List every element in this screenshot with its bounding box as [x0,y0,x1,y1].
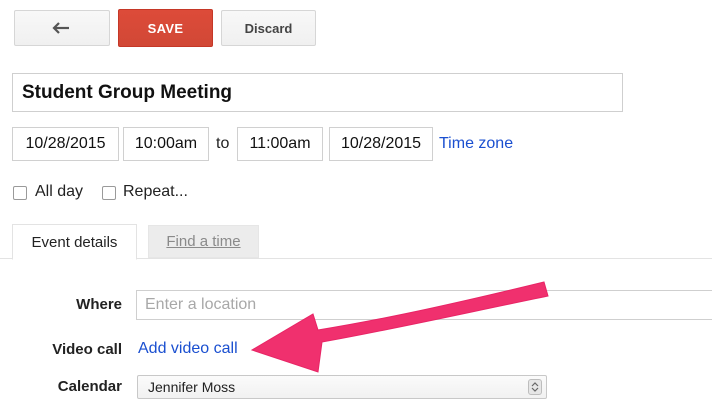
annotation-arrow [250,281,549,373]
annotation-arrow-shape [250,281,549,373]
